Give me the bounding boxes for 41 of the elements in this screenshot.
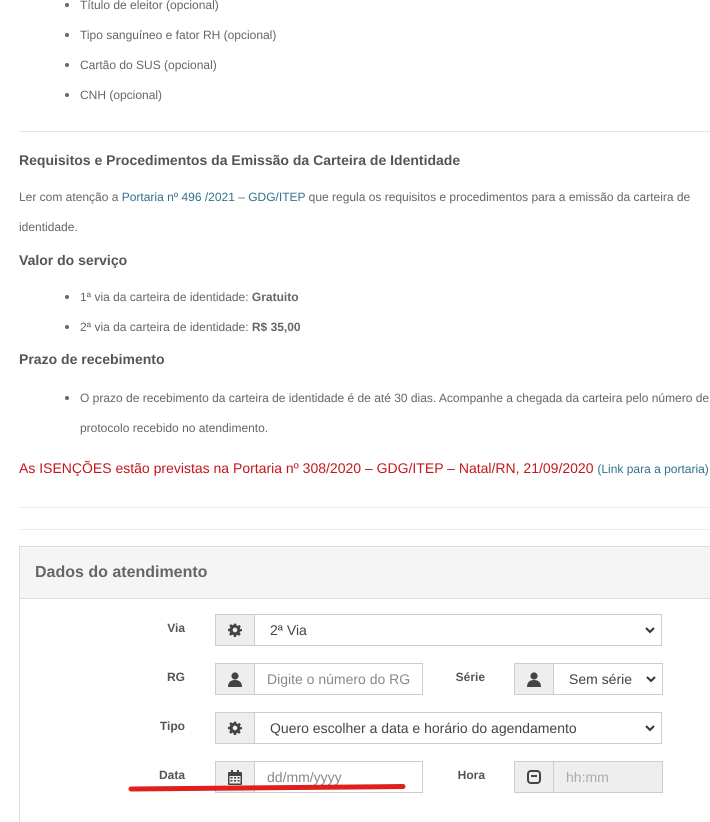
user-icon (527, 672, 541, 686)
select-field[interactable]: Quero escolher a data e horário do agendamento (255, 712, 662, 744)
field-label: Série (456, 670, 485, 684)
section-heading: Requisitos e Procedimentos da Emissão da Carteira de Identidade (19, 151, 462, 170)
portaria-link[interactable]: (Link para a portaria) (597, 462, 709, 476)
list-item: Tipo sanguíneo e fator RH (opcional) (80, 27, 276, 44)
section-heading: Prazo de recebimento (19, 350, 166, 369)
list-item: Título de eleitor (opcional) (80, 0, 219, 14)
field-label: Data (158, 768, 185, 782)
bullet-icon (65, 93, 69, 97)
chevron-icon (645, 724, 655, 732)
chevron-icon (645, 626, 655, 634)
select-field[interactable]: 2ª Via (255, 614, 662, 646)
user-icon (228, 672, 242, 686)
field-label: Hora (458, 768, 485, 782)
field-label: RG (167, 670, 185, 684)
exemption-notice: As ISENÇÕES estão previstas na Portaria nº 308/2020 – GDG/ITEP – Natal/RN, 21/09/2020 (19, 460, 594, 476)
list-item: 2ª via da carteira de identidade: R$ 35,00 (80, 319, 301, 336)
list-item: 1ª via da carteira de identidade: Gratuito (80, 289, 299, 306)
bullet-icon (65, 33, 69, 37)
clock-icon (527, 770, 541, 784)
field-label: Tipo (160, 719, 185, 733)
panel-title: Dados do atendimento (35, 562, 208, 582)
bullet-icon (65, 396, 69, 400)
gear-icon (228, 721, 242, 735)
select-field[interactable]: Sem série (554, 663, 663, 695)
bullet-icon (65, 63, 69, 67)
list-item: Cartão do SUS (opcional) (80, 57, 217, 74)
list-item: CNH (opcional) (80, 87, 162, 104)
gear-icon (228, 623, 242, 637)
chevron-icon (646, 676, 656, 682)
paragraph: Ler com atenção a Portaria nº 496 /2021 – GDG/ITEP que regula os requisitos e procedimentos para a emissão da carteira de identidade. (19, 189, 692, 236)
bullet-icon (65, 295, 69, 299)
calendar-icon (228, 770, 242, 784)
bullet-icon (65, 3, 69, 7)
portaria-link[interactable]: Portaria nº 496 /2021 – GDG/ITEP (122, 190, 306, 204)
bullet-icon (65, 325, 69, 329)
input-field[interactable]: Digite o número do RG (255, 663, 423, 695)
field-label: Via (167, 621, 185, 635)
list-item: O prazo de recebimento da carteira de identidade é de até 30 dias. Acompanhe a chegada da carteira pelo número de protocolo recebido no atendimento. (80, 390, 710, 437)
section-heading: Valor do serviço (19, 251, 128, 270)
